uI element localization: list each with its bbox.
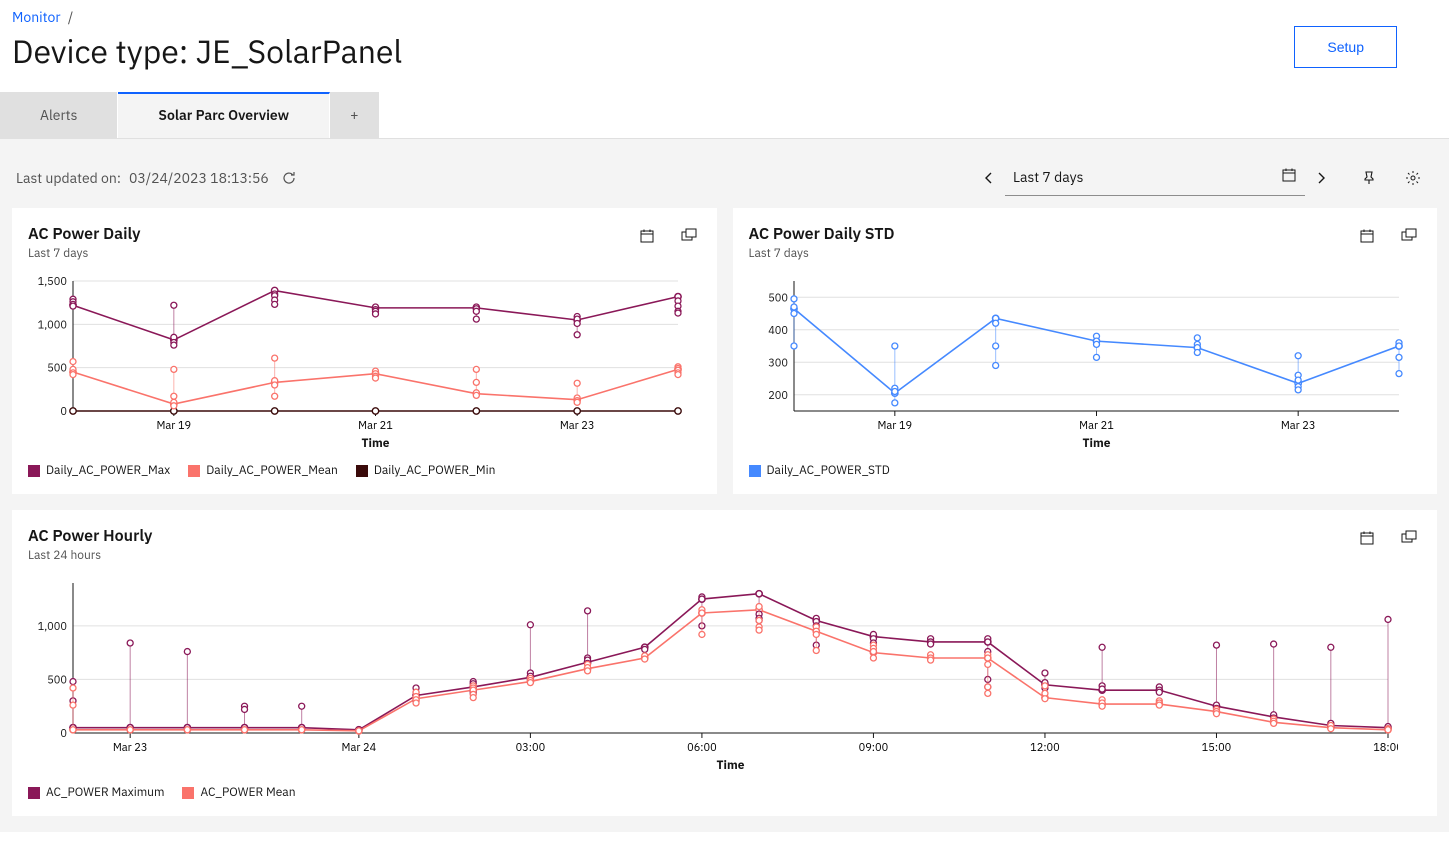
svg-text:Time: Time (1082, 436, 1110, 451)
card-subtitle: Last 24 hours (28, 548, 152, 563)
svg-text:1,500: 1,500 (38, 275, 67, 289)
svg-text:500: 500 (768, 291, 788, 305)
svg-text:Mar 24: Mar 24 (342, 741, 377, 755)
page-title: Device type: JE_SolarPanel (12, 30, 402, 72)
svg-text:400: 400 (768, 324, 788, 338)
legend-hourly-max[interactable]: AC_POWER Maximum (28, 785, 164, 800)
legend-daily-std[interactable]: Daily_AC_POWER_STD (749, 463, 890, 478)
svg-text:18:00: 18:00 (1373, 741, 1398, 755)
svg-text:Mar 19: Mar 19 (877, 419, 912, 433)
last-updated-value: 03/24/2023 18:13:56 (129, 169, 269, 187)
card-ac-power-daily: AC Power Daily Last 7 days 0 500 1,000 1,50… (12, 208, 717, 494)
svg-text:500: 500 (47, 673, 67, 687)
card-expand-icon[interactable] (677, 224, 701, 248)
svg-text:Mar 21: Mar 21 (1079, 419, 1114, 433)
svg-text:500: 500 (47, 362, 67, 376)
svg-text:300: 300 (768, 356, 788, 370)
breadcrumb: Monitor / (12, 8, 402, 26)
tab-solar-parc-overview[interactable]: Solar Parc Overview (118, 92, 330, 138)
card-title: AC Power Daily (28, 224, 141, 244)
date-range-selector[interactable]: Last 7 days (1005, 159, 1305, 196)
svg-text:Mar 23: Mar 23 (560, 419, 595, 433)
setup-button[interactable]: Setup (1294, 26, 1397, 68)
refresh-icon[interactable] (277, 166, 301, 190)
card-ac-power-daily-std: AC Power Daily STD Last 7 days 200 300 400… (733, 208, 1438, 494)
card-expand-icon[interactable] (1397, 526, 1421, 550)
date-range-label: Last 7 days (1013, 168, 1083, 186)
settings-icon[interactable] (1401, 166, 1425, 190)
svg-text:Mar 23: Mar 23 (1280, 419, 1315, 433)
pin-icon[interactable] (1357, 166, 1381, 190)
card-subtitle: Last 7 days (28, 246, 141, 261)
card-expand-icon[interactable] (1397, 224, 1421, 248)
breadcrumb-root[interactable]: Monitor (12, 8, 61, 26)
breadcrumb-separator: / (68, 8, 73, 26)
chart-ac-power-hourly: 0 500 1,000 Mar 23 Mar 24 03:00 06:00 09:00 12:0… (28, 575, 1421, 775)
tabs: Alerts Solar Parc Overview + (0, 92, 1449, 139)
legend-daily-max[interactable]: Daily_AC_POWER_Max (28, 463, 170, 478)
chart-ac-power-daily-std: 200 300 400 500 Mar 19 Mar 21 Mar 23 Time (749, 273, 1422, 453)
last-updated-label: Last updated on: (16, 169, 121, 187)
svg-text:12:00: 12:00 (1030, 741, 1060, 755)
svg-text:Mar 21: Mar 21 (358, 419, 393, 433)
svg-text:Time: Time (717, 758, 745, 773)
svg-text:Time: Time (362, 436, 390, 451)
card-title: AC Power Daily STD (749, 224, 895, 244)
svg-text:15:00: 15:00 (1202, 741, 1232, 755)
legend-daily-min[interactable]: Daily_AC_POWER_Min (356, 463, 496, 478)
range-next-button[interactable] (1305, 162, 1337, 194)
tab-add-button[interactable]: + (330, 92, 379, 138)
card-ac-power-hourly: AC Power Hourly Last 24 hours 0 500 1,000 M… (12, 510, 1437, 816)
svg-text:0: 0 (60, 727, 67, 741)
card-subtitle: Last 7 days (749, 246, 895, 261)
svg-text:Mar 23: Mar 23 (113, 741, 148, 755)
svg-text:1,000: 1,000 (38, 318, 67, 332)
card-calendar-icon[interactable] (635, 224, 659, 248)
chart-ac-power-daily: 0 500 1,000 1,500 Mar 19 Mar 21 Mar 23 Time (28, 273, 701, 453)
svg-text:03:00: 03:00 (516, 741, 546, 755)
svg-text:09:00: 09:00 (859, 741, 889, 755)
legend-daily-mean[interactable]: Daily_AC_POWER_Mean (188, 463, 338, 478)
svg-text:200: 200 (768, 389, 788, 403)
card-title: AC Power Hourly (28, 526, 152, 546)
range-prev-button[interactable] (973, 162, 1005, 194)
svg-text:1,000: 1,000 (38, 620, 67, 634)
svg-text:0: 0 (60, 405, 67, 419)
svg-text:Mar 19: Mar 19 (157, 419, 192, 433)
card-calendar-icon[interactable] (1355, 224, 1379, 248)
svg-text:06:00: 06:00 (687, 741, 717, 755)
calendar-icon (1281, 167, 1297, 187)
tab-alerts[interactable]: Alerts (0, 92, 118, 138)
legend-hourly-mean[interactable]: AC_POWER Mean (182, 785, 295, 800)
card-calendar-icon[interactable] (1355, 526, 1379, 550)
